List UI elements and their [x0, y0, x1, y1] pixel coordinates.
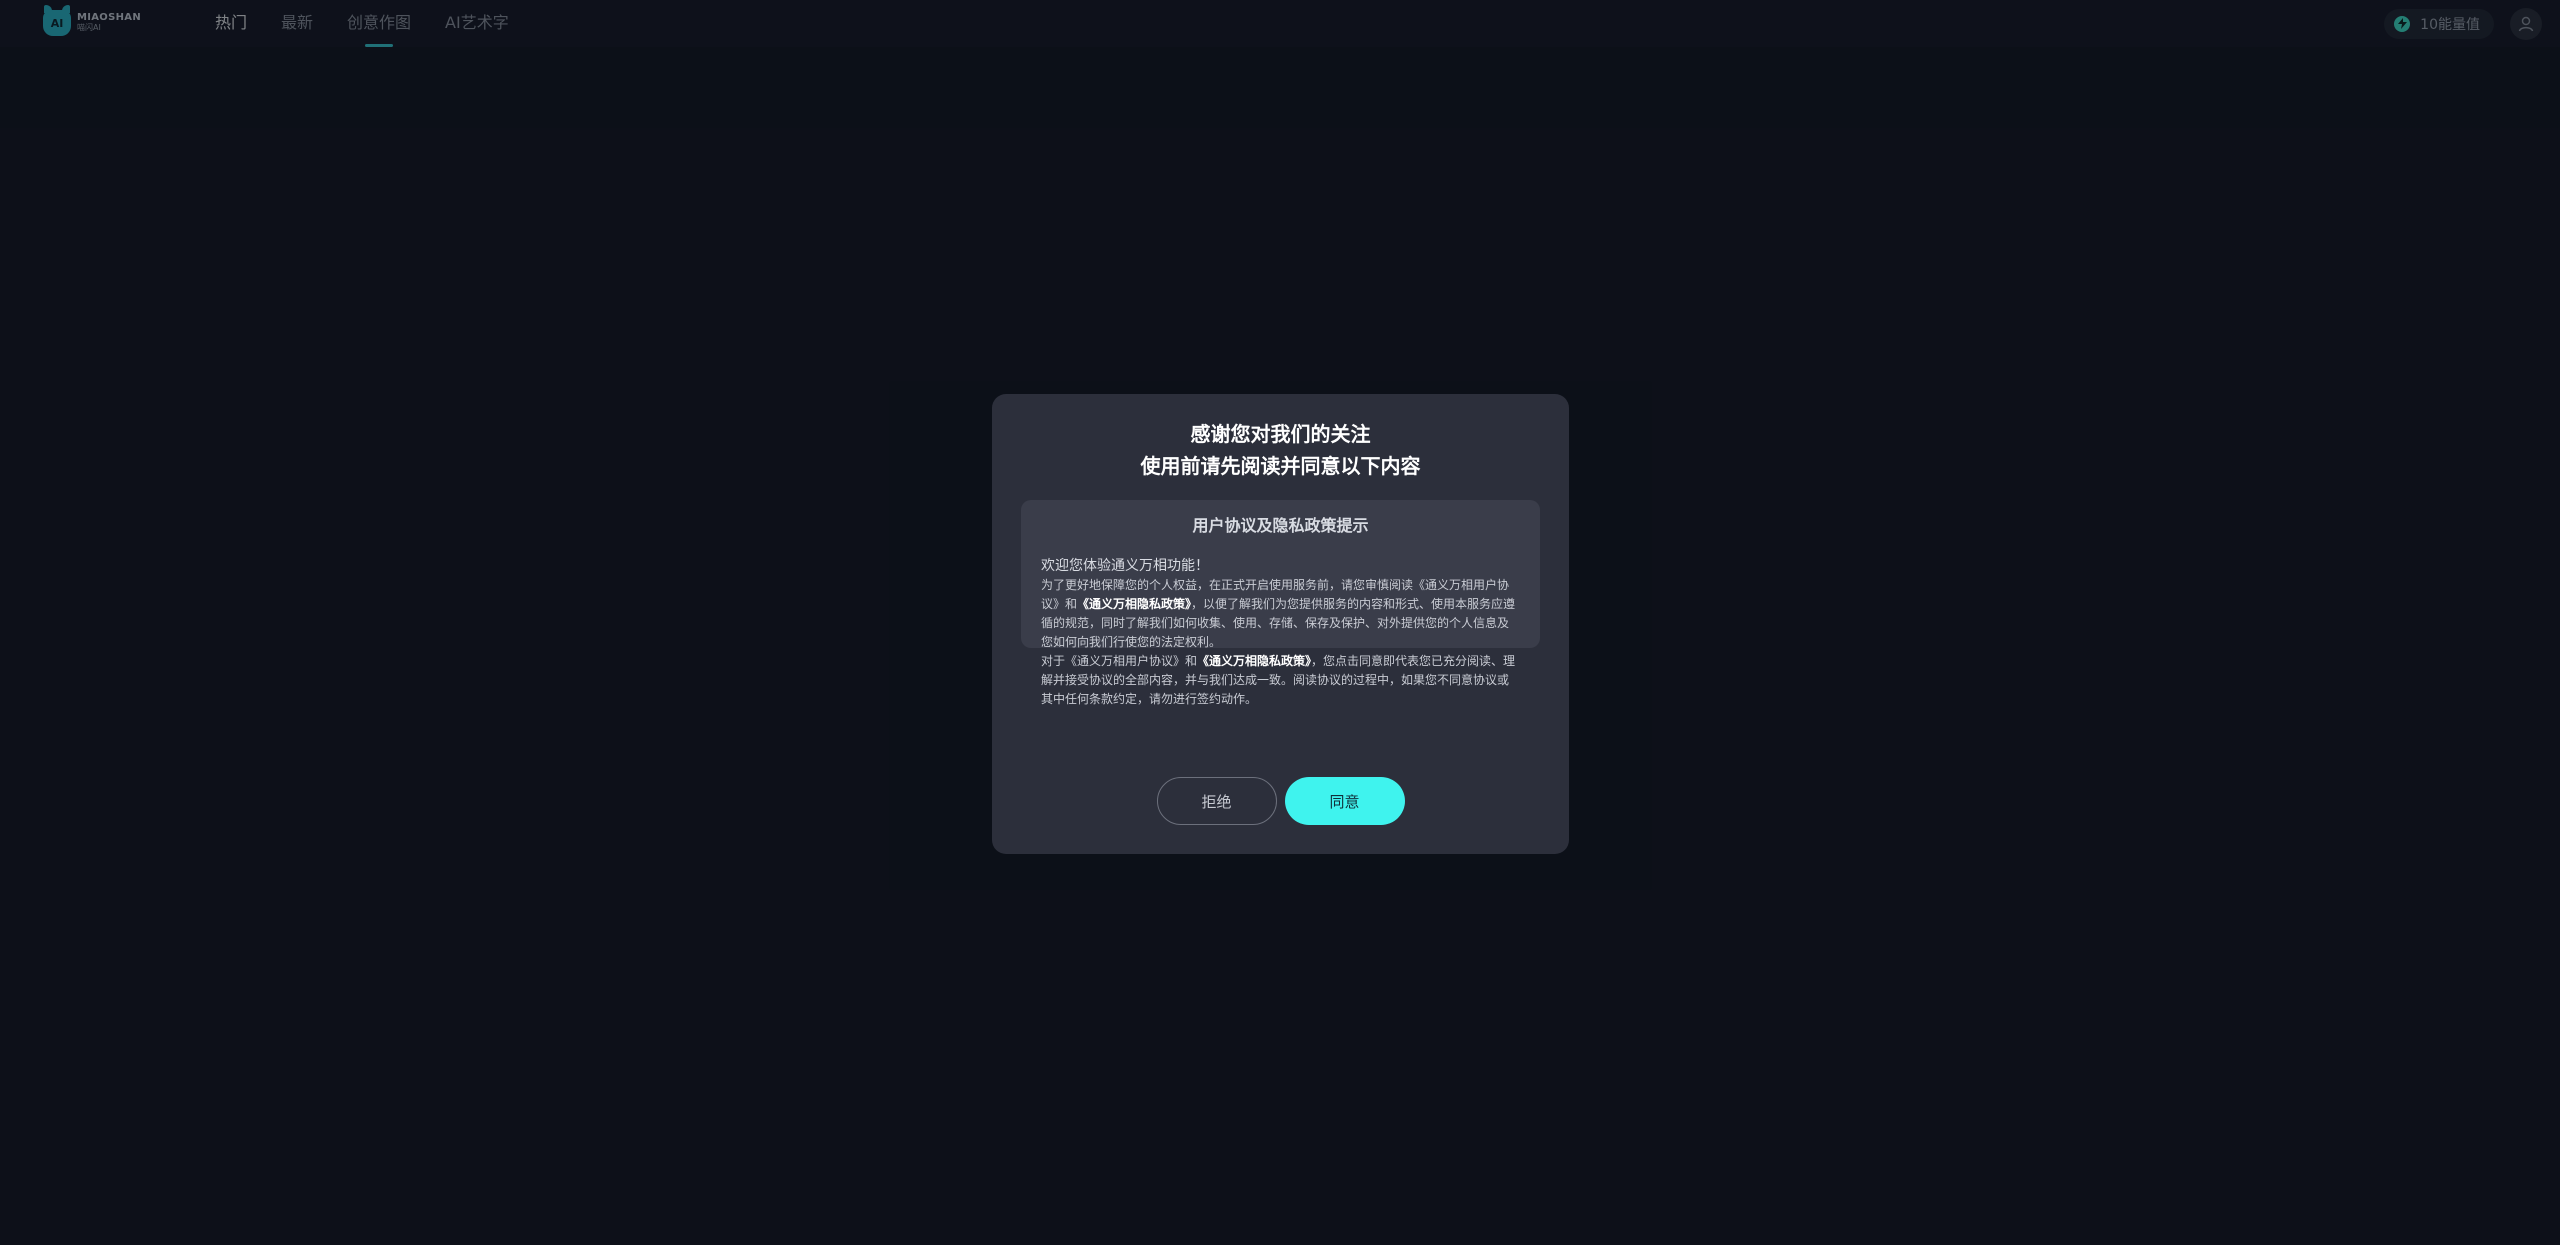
policy-heading: 用户协议及隐私政策提示	[1192, 516, 1369, 535]
policy-welcome: 欢迎您体验通义万相功能！	[1041, 558, 1209, 574]
modal-title-line1: 感谢您对我们的关注	[1190, 422, 1371, 446]
reject-button[interactable]: 拒绝	[1156, 777, 1277, 825]
privacy-policy-link-2[interactable]: 《通义万相隐私政策》	[1197, 654, 1311, 668]
page: AI MIAOSHAN 喵闪AI 热门 最新 创意作图 AI艺术字 10能量值	[0, 0, 2560, 1245]
policy-paragraph-1: 为了更好地保障您的个人权益，在正式开启使用服务前，请您审慎阅读《通义万相用户协议…	[1041, 578, 1516, 649]
modal-title-line2: 使用前请先阅读并同意以下内容	[1140, 454, 1421, 478]
agree-button[interactable]: 同意	[1284, 777, 1405, 825]
privacy-policy-link[interactable]: 《通义万相隐私政策》	[1077, 597, 1191, 611]
modal-actions: 拒绝 同意	[992, 777, 1569, 825]
policy-box: 用户协议及隐私政策提示 欢迎您体验通义万相功能！ 为了更好地保障您的个人权益，在…	[1021, 500, 1540, 706]
agreement-modal: 感谢您对我们的关注 使用前请先阅读并同意以下内容 用户协议及隐私政策提示 欢迎您…	[992, 394, 1569, 854]
policy-body: 欢迎您体验通义万相功能！ 为了更好地保障您的个人权益，在正式开启使用服务前，请您…	[1041, 556, 1520, 709]
policy-paragraph-2: 对于《通义万相用户协议》和《通义万相隐私政策》，您点击同意即代表您已充分阅读、理…	[1041, 654, 1516, 706]
modal-title: 感谢您对我们的关注 使用前请先阅读并同意以下内容	[992, 418, 1569, 482]
